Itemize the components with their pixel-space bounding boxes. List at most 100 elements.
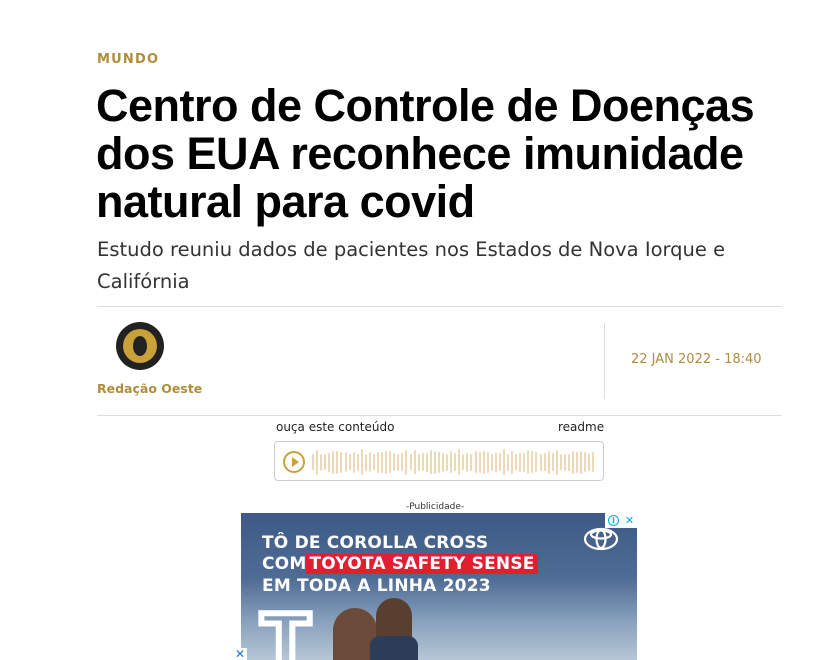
waveform-bar xyxy=(470,453,473,471)
adchoices-badge[interactable]: i ✕ xyxy=(605,513,637,528)
waveform-bar xyxy=(563,453,566,471)
waveform-bar xyxy=(490,453,493,471)
ad-label: -Publicidade- xyxy=(406,502,465,512)
waveform-bar xyxy=(364,453,367,471)
waveform-bar xyxy=(409,454,412,470)
waveform-bar xyxy=(539,453,542,471)
ad-text-line3: EM TODA A LINHA 2023 xyxy=(262,576,491,596)
waveform-bar xyxy=(360,449,363,475)
waveform-bar xyxy=(348,454,351,470)
waveform-bar xyxy=(368,452,371,472)
waveform-bar xyxy=(312,454,314,470)
waveform-bar xyxy=(486,451,489,473)
ad-close-icon[interactable]: ✕ xyxy=(233,648,247,660)
waveform-bar xyxy=(527,450,530,474)
waveform-bar xyxy=(320,453,323,471)
waveform-bar xyxy=(442,452,444,472)
waveform-bar xyxy=(555,449,558,475)
waveform-bar xyxy=(405,449,408,475)
waveform-bar xyxy=(478,451,481,473)
waveform-bar xyxy=(450,451,453,473)
ad-text-line1: TÔ DE COROLLA CROSS xyxy=(262,533,489,553)
waveform-bar xyxy=(446,453,449,471)
listen-label: ouça este conteúdo xyxy=(276,420,395,434)
waveform-bar xyxy=(344,452,347,472)
waveform-bar xyxy=(425,452,428,472)
article-headline: Centro de Controle de Doenças dos EUA re… xyxy=(96,80,755,227)
waveform-bar xyxy=(377,451,379,473)
waveform-bar xyxy=(336,450,339,474)
waveform-bar xyxy=(515,454,518,470)
publish-date: 22 JAN 2022 - 18:40 xyxy=(631,352,762,367)
waveform-bar xyxy=(324,454,327,470)
waveform-bar xyxy=(381,451,384,473)
ad-graphic-letter: T xyxy=(258,599,313,660)
author-name[interactable]: Redação Oeste xyxy=(97,381,202,396)
waveform-bar xyxy=(584,452,587,472)
waveform-bar xyxy=(482,450,485,474)
waveform-bar xyxy=(543,453,546,471)
waveform-bar xyxy=(389,451,392,473)
ad-text-line2: COM TOYOTA SAFETY SENSE xyxy=(262,554,538,574)
waveform-bar xyxy=(567,453,570,471)
ad-text-highlight: TOYOTA SAFETY SENSE xyxy=(306,554,538,574)
waveform-bar xyxy=(437,451,440,473)
waveform-bar xyxy=(519,452,522,472)
waveform-bar xyxy=(511,450,514,474)
waveform-bar xyxy=(559,454,562,470)
waveform-bar xyxy=(535,452,538,472)
waveform-bar xyxy=(466,452,469,472)
waveform-bar xyxy=(502,449,505,475)
waveform-bar xyxy=(474,451,477,473)
waveform-bar xyxy=(531,451,534,473)
adchoices-close-icon[interactable]: ✕ xyxy=(625,515,634,526)
waveform-bar xyxy=(576,451,579,473)
waveform-bar xyxy=(572,450,574,474)
waveform-bar xyxy=(352,451,355,473)
waveform-bar xyxy=(421,453,424,471)
waveform-bar xyxy=(397,453,400,471)
audio-player[interactable] xyxy=(274,441,604,481)
waveform-bar xyxy=(356,453,359,471)
author-avatar[interactable] xyxy=(116,322,164,370)
waveform-bar xyxy=(588,453,591,471)
waveform-bar xyxy=(458,449,461,475)
waveform-bar xyxy=(372,454,375,470)
waveform-bar xyxy=(494,452,497,472)
adchoices-info-icon[interactable]: i xyxy=(607,515,619,526)
advertisement-banner[interactable]: TÔ DE COROLLA CROSS COM TOYOTA SAFETY SEN… xyxy=(241,513,637,660)
waveform-bar xyxy=(507,453,509,471)
avatar-core xyxy=(133,336,147,356)
waveform-bar xyxy=(385,450,388,474)
waveform-bar xyxy=(393,453,396,471)
waveform-bar xyxy=(429,450,432,474)
waveform-bar xyxy=(340,451,343,473)
ad-text-line2-prefix: COM xyxy=(262,554,307,574)
readme-link[interactable]: readme xyxy=(558,420,604,434)
waveform[interactable] xyxy=(312,448,595,476)
toyota-logo-icon xyxy=(583,527,619,551)
divider-vertical xyxy=(604,323,605,399)
section-tag[interactable]: MUNDO xyxy=(97,52,159,67)
waveform-bar xyxy=(580,450,583,474)
ad-person-man xyxy=(370,598,418,660)
waveform-bar xyxy=(523,452,526,472)
waveform-bar xyxy=(551,453,554,471)
waveform-bar xyxy=(401,453,404,471)
waveform-bar xyxy=(498,453,501,471)
waveform-bar xyxy=(433,450,436,474)
waveform-bar xyxy=(332,450,335,474)
waveform-bar xyxy=(547,450,550,474)
waveform-bar xyxy=(328,452,331,472)
waveform-bar xyxy=(592,452,595,472)
waveform-bar xyxy=(462,454,465,470)
divider xyxy=(97,306,781,307)
avatar-ring xyxy=(123,329,157,363)
waveform-bar xyxy=(417,453,420,471)
play-icon[interactable] xyxy=(283,451,305,473)
waveform-bar xyxy=(316,449,319,475)
divider xyxy=(97,415,781,416)
article-subtitle: Estudo reuniu dados de pacientes nos Est… xyxy=(97,238,726,293)
waveform-bar xyxy=(454,453,457,471)
waveform-bar xyxy=(413,450,416,474)
